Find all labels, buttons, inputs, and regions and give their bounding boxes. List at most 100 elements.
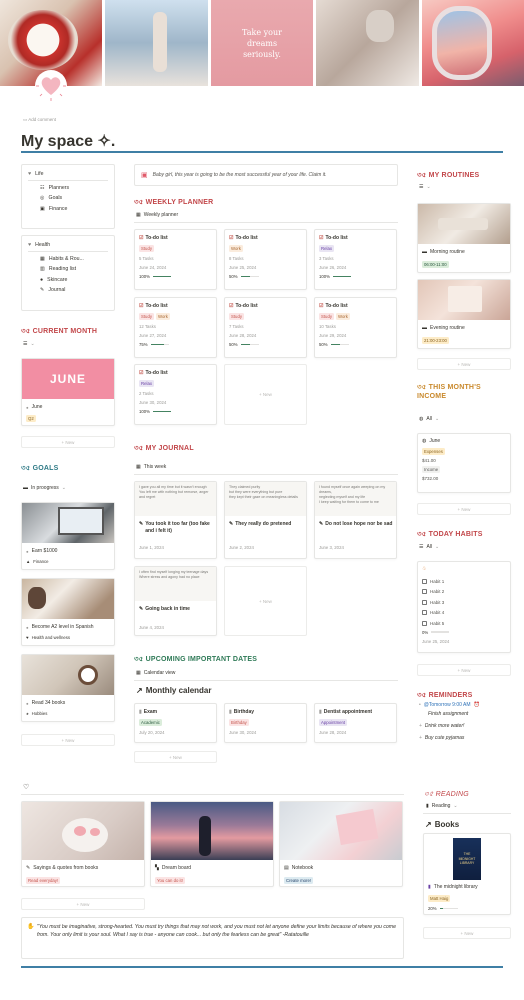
habit-item[interactable]: Habit 5	[422, 618, 506, 629]
nav-life[interactable]: ♥ Life	[28, 169, 108, 180]
new-routine-button[interactable]: + New	[417, 358, 511, 370]
view-label: Weekly planner	[143, 212, 179, 218]
habit-item[interactable]: Habit 2	[422, 587, 506, 598]
income-card[interactable]: ◍ June Expenses $41.00 Income $732.00	[417, 433, 511, 493]
planner-card[interactable]: ☑ To-do list Study 5 Tasks June 24, 2024 100%	[134, 229, 217, 290]
reminder-item[interactable]: + Drink more water!	[419, 723, 515, 729]
view-switcher[interactable]: ☰ ⌄	[23, 341, 35, 347]
view-tab-weekly-planner[interactable]: ▦ Weekly planner	[136, 212, 178, 218]
date-title-text: Dentist appointment	[323, 709, 373, 715]
planner-card[interactable]: ☑ To-do list Study Work 10 Tasks June 29, 202…	[314, 297, 397, 358]
view-switcher[interactable]: ☰ ⌄	[419, 184, 431, 190]
nav-item-finance[interactable]: ▣ Finance	[28, 204, 108, 215]
routine-image-evening	[418, 280, 510, 320]
planner-card[interactable]: ☑ To-do list Relax 2 Tasks June 30, 2024 100%	[134, 364, 217, 425]
checkbox[interactable]	[422, 599, 427, 605]
view-tab-calendar[interactable]: ▦ Calendar view	[136, 670, 175, 676]
nav-item-goals[interactable]: ◎ Goals	[28, 193, 108, 204]
planner-card[interactable]: ☑ To-do list Work 8 Tasks June 25, 2024 50%	[224, 229, 307, 290]
habit-label: Habit 2	[430, 589, 445, 595]
journal-preview: I gave you all my time but it wasn't eno…	[135, 482, 216, 516]
planner-card-title: ☑ To-do list	[319, 303, 396, 309]
heart-icon[interactable]	[34, 69, 68, 103]
board-icon: ▚	[155, 865, 159, 871]
nav-item-planners[interactable]: ☷ Planners	[28, 183, 108, 194]
new-journal-card[interactable]: + New	[224, 566, 307, 636]
gallery-card[interactable]: ▤ Notebook Create more!	[279, 801, 403, 887]
gallery-card[interactable]: ▚ Dream board You can do it!	[150, 801, 274, 887]
checkbox[interactable]	[422, 610, 427, 616]
nav-item-reading-list[interactable]: ▥ Reading list	[28, 264, 108, 275]
checkbox[interactable]	[422, 620, 427, 626]
new-planner-card[interactable]: + New	[224, 364, 307, 425]
planner-card[interactable]: ☑ To-do list Study Work 12 Tasks June 27, 202…	[134, 297, 217, 358]
gallery-title: ▚ Dream board	[155, 865, 191, 871]
author-tag: Matt Haig	[428, 895, 451, 902]
new-month-button[interactable]: + New	[21, 436, 115, 448]
journal-preview: They claimed purity but they were everyth…	[225, 482, 306, 516]
goals-filter[interactable]: ▬ In proogress ⌄	[23, 485, 66, 491]
date-card[interactable]: ▮ Dentist appointment Appointment June 28, …	[314, 703, 397, 743]
new-gallery-button[interactable]: + New	[21, 898, 145, 910]
goal-card[interactable]: ● Read 34 books ◕ Hobbies	[21, 654, 115, 722]
view-tab-this-week[interactable]: ▦ This week	[136, 464, 166, 470]
bookmark-icon: ▮	[319, 709, 322, 715]
current-month-card[interactable]: JUNE ● June Q2	[21, 358, 115, 426]
nav-item-habits[interactable]: ▦ Habits & Rou...	[28, 254, 108, 265]
habit-item[interactable]: Habit 1	[422, 576, 506, 587]
add-comment-button[interactable]: ▭ Add comment	[23, 117, 56, 123]
heart-icon: ♥	[28, 171, 32, 178]
journal-title-text: Going back in time	[145, 606, 190, 612]
star-icon: ✋	[27, 924, 35, 930]
heading-text: REMINDERS	[428, 692, 473, 699]
new-date-button[interactable]: + New	[134, 751, 217, 763]
new-goal-button[interactable]: + New	[21, 734, 115, 746]
habit-item[interactable]: Habit 4	[422, 608, 506, 619]
bookmark-icon: ▮	[229, 709, 232, 715]
book-title: ▮ The midnight library	[428, 884, 478, 890]
nav-item-skincare[interactable]: ● Skincare	[28, 275, 108, 286]
planner-title-text: To-do list	[235, 235, 258, 241]
checklist-icon: ☑	[229, 235, 234, 241]
chevron-down-icon: ⌄	[30, 341, 35, 347]
planner-date: June 25, 2024	[229, 265, 257, 270]
reminder-item[interactable]: + Buy cute pyjamas	[419, 735, 515, 741]
expenses-value: $41.00	[422, 458, 436, 463]
journal-date: June 3, 2024	[319, 545, 344, 550]
preview-line: You left me with nothing but remorse, an…	[139, 490, 209, 499]
date-card[interactable]: ▮ Exam Academic July 20, 2024	[134, 703, 217, 743]
new-book-button[interactable]: + New	[423, 927, 511, 939]
journal-card[interactable]: I often find myself longing my teenage d…	[134, 566, 217, 636]
goal-card[interactable]: ● Earn $1000 ▲ Finance	[21, 502, 115, 570]
nav-health[interactable]: ♥ Health	[28, 240, 108, 251]
journal-card[interactable]: They claimed purity but they were everyth…	[224, 481, 307, 559]
journal-card[interactable]: I gave you all my time but it wasn't eno…	[134, 481, 217, 559]
planner-card[interactable]: ☑ To-do list Study 7 Tasks June 28, 2024 50%	[224, 297, 307, 358]
gallery-card[interactable]: ✎ Sayings & quotes from books Read everyd…	[21, 801, 145, 887]
planner-card[interactable]: ☑ To-do list Relax 3 Tasks June 26, 2024 100%	[314, 229, 397, 290]
habit-item[interactable]: Habit 3	[422, 597, 506, 608]
goal-tag-text: Finance	[33, 559, 49, 564]
goal-card[interactable]: ● Become A2 level in Spanish ♥ Health and …	[21, 578, 115, 646]
goal-title-text: Become A2 level in Spanish	[31, 624, 94, 630]
date-card[interactable]: ▮ Birthday Birthday June 30, 2024	[224, 703, 307, 743]
income-title: ◍ June	[422, 438, 506, 444]
habits-card[interactable]: ♧ Habit 1 Habit 2 Habit 3 Habit 4 Habit 5 0%…	[417, 561, 511, 653]
view-tab-reading[interactable]: ▮ Reading ⌄	[426, 803, 458, 809]
new-habit-button[interactable]: + New	[417, 664, 511, 676]
reminder-item[interactable]: • @Tomorrow 9:00 AM ⏰	[419, 702, 515, 708]
planner-progress: 50%	[229, 342, 306, 347]
journal-card[interactable]: I found myself once again weeping on my …	[314, 481, 397, 559]
routine-card[interactable]: ▬ Evening routine 21:00-23:00	[417, 279, 511, 349]
income-filter[interactable]: ◍ All ⌄	[419, 416, 439, 422]
date-title-text: Birthday	[233, 709, 255, 715]
book-card[interactable]: THE MIDNIGHT LIBRARY ▮ The midnight libra…	[423, 833, 511, 915]
checkbox[interactable]	[422, 589, 427, 595]
new-income-button[interactable]: + New	[417, 503, 511, 515]
nav-item-journal[interactable]: ✎ Journal	[28, 285, 108, 296]
pen-icon: ✎	[40, 287, 45, 294]
routine-card[interactable]: ▬ Morning routine 06:00-11:00	[417, 203, 511, 273]
checkbox[interactable]	[422, 578, 427, 584]
habits-filter[interactable]: ☰ All ⌄	[419, 544, 439, 550]
arrow-up-right-icon: ↗	[425, 820, 432, 829]
